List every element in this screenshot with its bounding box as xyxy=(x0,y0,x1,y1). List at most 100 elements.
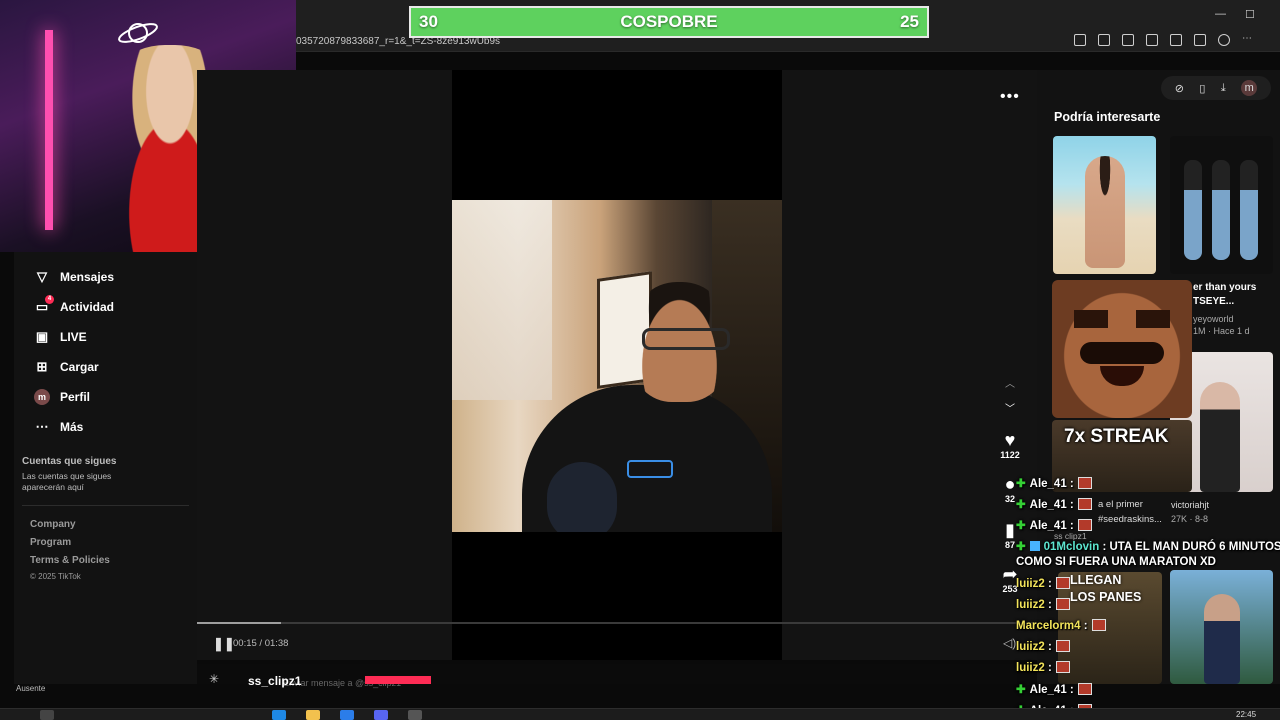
footer-link-terms[interactable]: Terms & Policies xyxy=(14,552,197,570)
following-heading: Cuentas que sigues xyxy=(22,456,117,467)
emote-icon xyxy=(1055,640,1070,652)
background-caption-3: #seedraskins... xyxy=(1098,514,1162,525)
score-banner: 30 COSPOBRE 25 xyxy=(409,6,929,38)
chat-message: Marcelorm4 : xyxy=(1016,619,1106,632)
like-count: 1122 xyxy=(1000,450,1020,460)
sidebar-item-label: LIVE xyxy=(60,330,87,344)
translate-icon[interactable] xyxy=(1098,34,1110,46)
sidebar-item-mensajes[interactable]: ▽ Mensajes xyxy=(14,262,197,292)
emote-icon xyxy=(1055,598,1070,610)
card-author[interactable]: yeyoworld xyxy=(1193,314,1234,324)
shirt-logo xyxy=(627,460,673,478)
like-button[interactable]: ♥ 1122 xyxy=(997,430,1023,460)
maximize-icon[interactable]: ☐ xyxy=(1245,8,1255,21)
card-author[interactable]: victoriahjt xyxy=(1171,500,1209,510)
volume-icon[interactable]: ◁) xyxy=(1003,636,1016,650)
right-score: 25 xyxy=(900,12,919,31)
avatar: m xyxy=(34,389,50,405)
author-handle[interactable]: ss_clipz1 xyxy=(248,674,301,688)
store-icon[interactable] xyxy=(340,710,354,720)
video-wall xyxy=(452,200,552,400)
background-caption: a el primer xyxy=(1098,499,1143,510)
sidebar-item-actividad[interactable]: ▭ 4 Actividad xyxy=(14,292,197,322)
sidebar-item-label: Cargar xyxy=(60,360,99,374)
sidebar-item-label: Más xyxy=(60,420,84,434)
recommendation-thumbnail[interactable] xyxy=(1170,570,1273,684)
compass-icon[interactable]: ⊘ xyxy=(1175,82,1184,95)
chat-message: ✚Ale_41 : xyxy=(1016,476,1092,490)
recommendation-thumbnail[interactable] xyxy=(1053,136,1156,274)
video-player: ••• ︿ ﹀ ♥ 1122 ● 32 ▮ 87 ➦ 253 ❚❚ 00:15 … xyxy=(197,70,1037,660)
microphone xyxy=(547,462,617,532)
more-icon[interactable]: ⋯ xyxy=(1242,34,1254,46)
chevron-up-icon[interactable]: ︿ xyxy=(1005,375,1015,390)
download-icon[interactable]: ⤓ xyxy=(1221,82,1226,95)
emote-eyes xyxy=(1074,310,1170,328)
card-stats: 1M · Hace 1 d xyxy=(1193,326,1250,336)
plus-icon: ✚ xyxy=(1016,478,1026,490)
chat-username: luiiz2 xyxy=(1016,578,1045,590)
edge-icon[interactable] xyxy=(272,710,286,720)
emote-icon xyxy=(1077,498,1092,510)
chat-username: Marcelorm4 xyxy=(1016,620,1081,632)
panel-title: Podría interesarte xyxy=(1054,110,1161,124)
avatar[interactable]: m xyxy=(1241,80,1258,96)
video-content[interactable] xyxy=(452,200,782,532)
emote-icon xyxy=(1077,683,1092,695)
plus-icon: ✚ xyxy=(1016,541,1026,553)
footer-link-program[interactable]: Program xyxy=(14,534,197,552)
search-icon[interactable] xyxy=(40,710,54,720)
minimize-icon[interactable]: — xyxy=(1215,8,1226,20)
chat-message: ✚Ale_41 : xyxy=(1016,497,1092,511)
chat-username: Ale_41 xyxy=(1029,684,1067,696)
emote-icon xyxy=(1055,661,1070,673)
emote-icon xyxy=(1077,519,1092,531)
browser-toolbar-icons: ⋯ xyxy=(1074,34,1254,46)
pause-icon[interactable]: ❚❚ xyxy=(213,636,235,652)
plus-icon: ✚ xyxy=(1016,520,1026,532)
panes-label: LLEGAN LOS PANES xyxy=(1070,572,1141,606)
chat-username: Ale_41 xyxy=(1029,478,1067,490)
chevron-down-icon[interactable]: ﹀ xyxy=(1005,400,1015,415)
following-subtext: Las cuentas que sigues aparecerán aquí xyxy=(22,471,112,492)
progress-bar[interactable] xyxy=(197,622,1037,624)
chat-message: ✚Ale_41 : xyxy=(1016,682,1092,696)
follow-button[interactable] xyxy=(365,676,431,684)
copyright: © 2025 TikTok xyxy=(30,572,81,581)
emote-face-overlay xyxy=(1052,280,1192,418)
planet-icon xyxy=(118,23,158,43)
sidebar-item-perfil[interactable]: m Perfil xyxy=(14,382,197,412)
chat-username: luiiz2 xyxy=(1016,641,1045,653)
grid-icon[interactable] xyxy=(1074,34,1086,46)
panes-line-2: LOS PANES xyxy=(1070,590,1142,604)
sidebar-item-mas[interactable]: ⋯ Más xyxy=(14,412,197,442)
neon-light xyxy=(45,30,53,230)
heart-icon: ♥ xyxy=(1004,430,1016,450)
thumb-figure xyxy=(1240,160,1258,260)
recommendation-thumbnail[interactable] xyxy=(1170,136,1273,274)
chat-message: luiiz2 : xyxy=(1016,661,1070,674)
thumb-figure xyxy=(1085,156,1125,268)
sidebar-item-cargar[interactable]: ⊞ Cargar xyxy=(14,352,197,382)
obs-icon[interactable] xyxy=(408,710,422,720)
extension-icon[interactable] xyxy=(1146,34,1158,46)
collections-icon[interactable] xyxy=(1194,34,1206,46)
tiktok-sidebar: ▽ Mensajes ▭ 4 Actividad ▣ LIVE ⊞ Cargar … xyxy=(14,252,197,684)
profile-icon[interactable] xyxy=(1218,34,1230,46)
discord-icon[interactable] xyxy=(374,710,388,720)
folder-icon[interactable] xyxy=(306,710,320,720)
plus-icon: ✚ xyxy=(1016,684,1026,696)
divider xyxy=(22,505,189,506)
more-icon: ⋯ xyxy=(35,419,49,434)
star-icon[interactable] xyxy=(1122,34,1134,46)
sidebar-item-label: Perfil xyxy=(60,390,91,404)
sidebar-item-live[interactable]: ▣ LIVE xyxy=(14,322,197,352)
phone-icon[interactable]: ▯ xyxy=(1199,82,1205,95)
emote-icon xyxy=(1077,477,1092,489)
footer-link-company[interactable]: Company xyxy=(14,516,197,534)
activity-icon: ▭ 4 xyxy=(34,295,54,315)
panes-line-1: LLEGAN xyxy=(1070,573,1122,587)
favorites-icon[interactable] xyxy=(1170,34,1182,46)
chat-message: luiiz2 : xyxy=(1016,577,1070,590)
more-options-icon[interactable]: ••• xyxy=(1000,88,1020,106)
